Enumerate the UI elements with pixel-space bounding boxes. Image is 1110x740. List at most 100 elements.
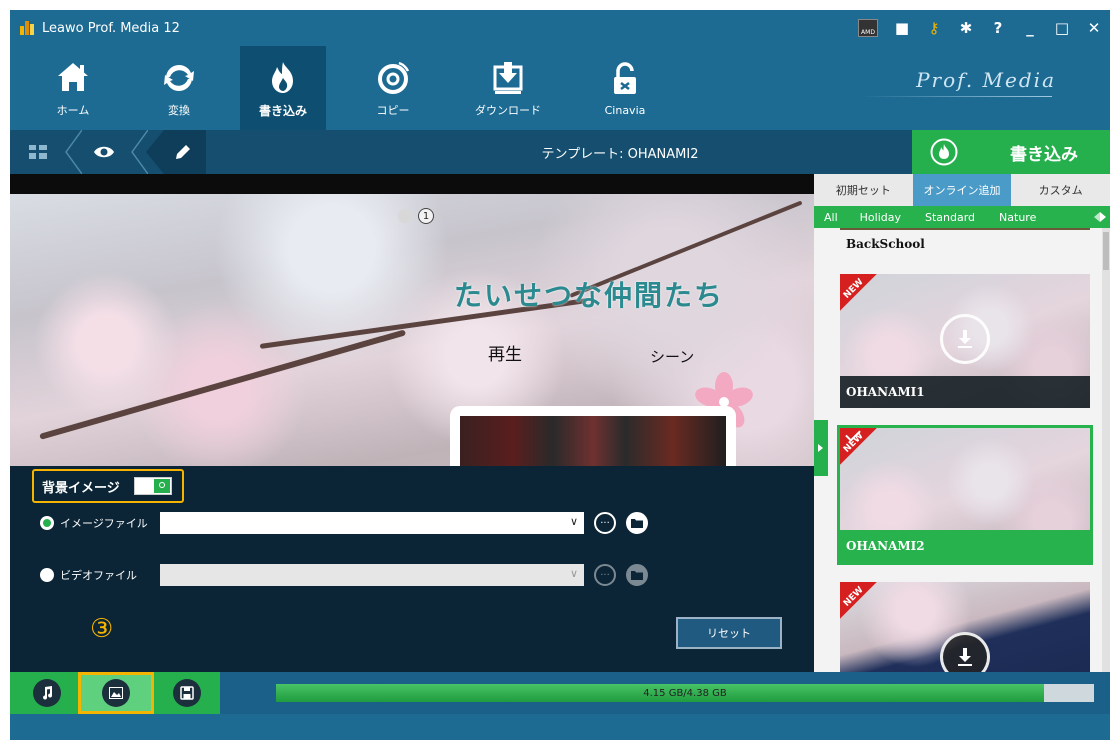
- image-file-select[interactable]: ∨: [160, 512, 584, 534]
- category-scroll-arrows[interactable]: [1094, 206, 1110, 228]
- tab-online[interactable]: オンライン追加: [912, 174, 1012, 206]
- menu-scene-button[interactable]: シーン: [650, 346, 694, 367]
- step-bar: テンプレート: OHANAMI2 書き込み: [10, 130, 1110, 174]
- step-preview[interactable]: [78, 130, 130, 174]
- image-icon: [102, 679, 130, 707]
- category-all[interactable]: All: [814, 211, 848, 224]
- reset-button[interactable]: リセット: [676, 617, 782, 649]
- close-icon[interactable]: ✕: [1080, 14, 1108, 42]
- folder-icon[interactable]: [626, 512, 648, 534]
- app-logo-icon: [20, 21, 34, 35]
- app-title: Leawo Prof. Media 12: [42, 20, 180, 36]
- brand-logo: Prof. Media: [916, 68, 1056, 92]
- page-home-icon[interactable]: [398, 209, 412, 223]
- tab-preset[interactable]: 初期セット: [814, 174, 913, 206]
- template-item[interactable]: NEW OHANAMI1: [840, 274, 1090, 408]
- footer-strip: [10, 714, 1110, 740]
- minimize-icon[interactable]: _: [1016, 14, 1044, 42]
- home-icon: [58, 63, 88, 91]
- unlock-icon: [614, 61, 636, 94]
- step-edit[interactable]: [146, 130, 206, 174]
- disc-icon: [378, 61, 410, 94]
- category-holiday[interactable]: Holiday: [848, 211, 913, 224]
- chat-icon[interactable]: ■: [888, 14, 916, 42]
- download-icon: [493, 62, 523, 94]
- more-options-icon[interactable]: ···: [594, 564, 616, 586]
- flame-icon: [272, 61, 293, 93]
- template-item[interactable]: NEW: [840, 582, 1090, 672]
- nav-home[interactable]: ホーム: [30, 46, 116, 130]
- template-item-selected[interactable]: NEW OHANAMI2: [837, 425, 1093, 565]
- convert-icon: [164, 64, 194, 92]
- template-scrollbar[interactable]: [1102, 228, 1110, 672]
- music-tab[interactable]: [16, 672, 78, 714]
- flame-icon: [930, 138, 958, 166]
- template-list: BackSchool NEW OHANAMI1 NEW OHANAMI2 NEW: [814, 228, 1110, 672]
- menu-play-button[interactable]: 再生: [488, 340, 522, 365]
- template-name: OHANAMI1: [840, 376, 1090, 408]
- bg-image-toggle[interactable]: [133, 477, 172, 495]
- template-name: OHANAMI2: [840, 530, 1090, 562]
- menu-preview: 1 たいせつな仲間たち 再生 シーン: [10, 174, 814, 466]
- page-number[interactable]: 1: [418, 208, 434, 224]
- template-name: BackSchool: [840, 230, 1090, 258]
- nav-cinavia[interactable]: Cinavia: [582, 46, 668, 130]
- editor-stage: 1 たいせつな仲間たち 再生 シーン 背景イメージ イメージファイル ∨ ···…: [10, 174, 814, 672]
- chevron-right-icon: [1100, 212, 1106, 222]
- chapter-thumbnail[interactable]: [450, 406, 736, 466]
- template-label: テンプレート: OHANAMI2: [541, 146, 699, 162]
- sidebar-collapse-handle[interactable]: [814, 420, 828, 476]
- more-options-icon[interactable]: ···: [594, 512, 616, 534]
- template-tabs: 初期セット オンライン追加 カスタム: [814, 174, 1110, 206]
- nav-convert[interactable]: 変換: [136, 46, 222, 130]
- step-marker: ③: [90, 614, 114, 644]
- image-file-row: イメージファイル ∨ ···: [40, 511, 648, 535]
- burn-button[interactable]: 書き込み: [912, 130, 1110, 174]
- disc-capacity-text: 4.15 GB/4.38 GB: [643, 687, 727, 699]
- burn-button-label: 書き込み: [1010, 144, 1078, 165]
- category-nature[interactable]: Nature: [987, 211, 1048, 224]
- video-file-row: ビデオファイル ∨ ···: [40, 563, 648, 587]
- pencil-icon: [176, 145, 190, 159]
- key-icon[interactable]: ⚷: [920, 14, 948, 42]
- brand-underline: [862, 96, 1052, 97]
- nav-burn-label: 書き込み: [258, 103, 307, 118]
- background-image-tab[interactable]: [78, 672, 154, 714]
- image-file-label: イメージファイル: [60, 517, 148, 530]
- template-item[interactable]: BackSchool: [840, 228, 1090, 258]
- gear-icon[interactable]: ✱: [952, 14, 980, 42]
- disc-capacity-bar: 4.15 GB/4.38 GB: [276, 684, 1094, 702]
- folder-open-icon: [631, 519, 643, 528]
- bg-image-label: 背景イメージ: [42, 480, 120, 496]
- video-file-radio[interactable]: [40, 568, 54, 582]
- template-sidebar: 初期セット オンライン追加 カスタム All Holiday Standard …: [814, 174, 1110, 672]
- new-badge: NEW: [840, 582, 890, 632]
- image-file-radio[interactable]: [40, 516, 54, 530]
- title-bar: Leawo Prof. Media 12 AMD ■ ⚷ ✱ ? _ □ ✕: [10, 10, 1110, 46]
- chevron-down-icon: ∨: [569, 515, 578, 528]
- amd-icon[interactable]: AMD: [858, 19, 878, 37]
- chevron-down-icon: ∨: [569, 567, 578, 580]
- download-icon[interactable]: [940, 314, 990, 364]
- nav-burn[interactable]: 書き込み: [240, 46, 326, 130]
- music-note-icon: [33, 679, 61, 707]
- step-source[interactable]: [10, 130, 66, 174]
- nav-convert-label: 変換: [168, 104, 190, 117]
- category-bar: All Holiday Standard Nature: [814, 206, 1110, 228]
- nav-home-label: ホーム: [56, 104, 90, 117]
- folder-icon[interactable]: [626, 564, 648, 586]
- category-standard[interactable]: Standard: [913, 211, 987, 224]
- title-controls: AMD ■ ⚷ ✱ ? _ □ ✕: [856, 10, 1110, 46]
- nav-download-label: ダウンロード: [475, 104, 541, 117]
- nav-copy[interactable]: コピー: [350, 46, 436, 130]
- tab-custom[interactable]: カスタム: [1011, 174, 1110, 206]
- scrollbar-thumb[interactable]: [1103, 232, 1109, 270]
- main-toolbar: ホーム 変換 書き込み コピー ダウンロード Cinavia Prof. Med…: [10, 46, 1110, 130]
- help-icon[interactable]: ?: [984, 14, 1012, 42]
- menu-title[interactable]: たいせつな仲間たち: [454, 274, 724, 314]
- step-divider-icon: [131, 130, 148, 174]
- video-file-select[interactable]: ∨: [160, 564, 584, 586]
- maximize-icon[interactable]: □: [1048, 14, 1076, 42]
- nav-download[interactable]: ダウンロード: [465, 46, 551, 130]
- save-tab[interactable]: [156, 672, 218, 714]
